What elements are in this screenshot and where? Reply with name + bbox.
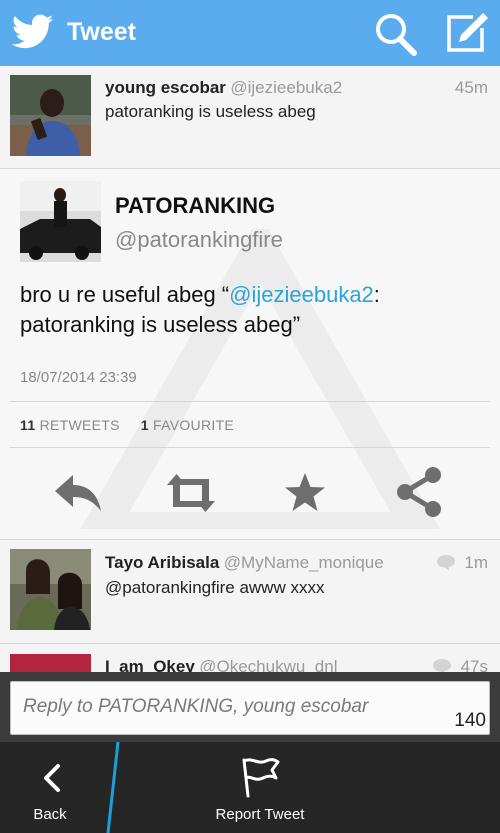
- report-tweet-button[interactable]: Report Tweet: [190, 742, 330, 833]
- divider: [10, 447, 490, 448]
- share-icon[interactable]: [393, 465, 445, 524]
- reply-time: 1m: [464, 553, 488, 572]
- tweet-handle: @ijezieebuka2: [230, 78, 343, 97]
- divider: [10, 401, 490, 402]
- tweet-author-name[interactable]: PATORANKING: [115, 193, 275, 219]
- tweet-author-handle: @patorankingfire: [115, 227, 283, 252]
- reply-username[interactable]: Tayo Aribisala: [105, 553, 219, 572]
- reply-text: @patorankingfire awww xxxx: [105, 578, 325, 597]
- mention-link[interactable]: @ijezieebuka2: [229, 282, 374, 307]
- tweet-body-text: bro u re useful abeg “: [20, 282, 230, 307]
- avatar[interactable]: [20, 181, 101, 262]
- compose-icon[interactable]: [443, 10, 489, 61]
- reply-icon[interactable]: [53, 471, 103, 520]
- retweets-stat[interactable]: 11 RETWEETS: [20, 417, 120, 433]
- flag-icon: [238, 756, 280, 803]
- tweet-body: bro u re useful abeg “@ijezieebuka2: pat…: [20, 280, 480, 340]
- tweet-time: 45m: [454, 78, 488, 97]
- favourites-stat[interactable]: 1 FAVOURITE: [141, 417, 234, 433]
- reply-bar: Reply to PATORANKING, young escobar 140: [0, 672, 500, 742]
- retweets-label: RETWEETS: [39, 417, 120, 433]
- comment-icon: [436, 554, 456, 576]
- char-counter: 140: [454, 710, 486, 731]
- tweet-date: 18/07/2014 23:39: [20, 369, 137, 386]
- favourites-count: 1: [140, 417, 149, 433]
- tweet-row-parent[interactable]: young escobar @ijezieebuka2 45m patorank…: [0, 66, 500, 169]
- search-icon[interactable]: [372, 10, 420, 61]
- retweet-icon[interactable]: [165, 471, 217, 520]
- back-label: Back: [33, 806, 67, 823]
- back-button[interactable]: Back: [0, 742, 100, 833]
- back-chevron-icon: [40, 762, 64, 799]
- avatar[interactable]: [10, 75, 91, 156]
- main-tweet: PATORANKING @patorankingfire bro u re us…: [0, 169, 500, 540]
- favourite-icon[interactable]: [283, 471, 327, 520]
- app-header: Tweet: [0, 0, 500, 66]
- reply-input[interactable]: Reply to PATORANKING, young escobar 140: [10, 681, 490, 735]
- avatar[interactable]: [10, 549, 91, 630]
- page-title: Tweet: [67, 18, 136, 46]
- tweet-username[interactable]: young escobar: [105, 78, 226, 97]
- twitter-bird-icon: [11, 14, 54, 55]
- reply-placeholder: Reply to PATORANKING, young escobar: [23, 696, 369, 717]
- tweet-stats: 11 RETWEETS 1 FAVOURITE: [20, 417, 234, 433]
- reply-row[interactable]: Tayo Aribisala @MyName_monique 1m @pator…: [0, 540, 500, 644]
- retweets-count: 11: [20, 417, 36, 433]
- favourites-label: FAVOURITE: [153, 417, 235, 433]
- reply-handle: @MyName_monique: [223, 553, 384, 572]
- tweet-text: patoranking is useless abeg: [105, 102, 316, 121]
- tweet-actions: [0, 465, 500, 525]
- bottom-action-bar: Back Report Tweet: [0, 742, 500, 833]
- report-label: Report Tweet: [215, 806, 305, 823]
